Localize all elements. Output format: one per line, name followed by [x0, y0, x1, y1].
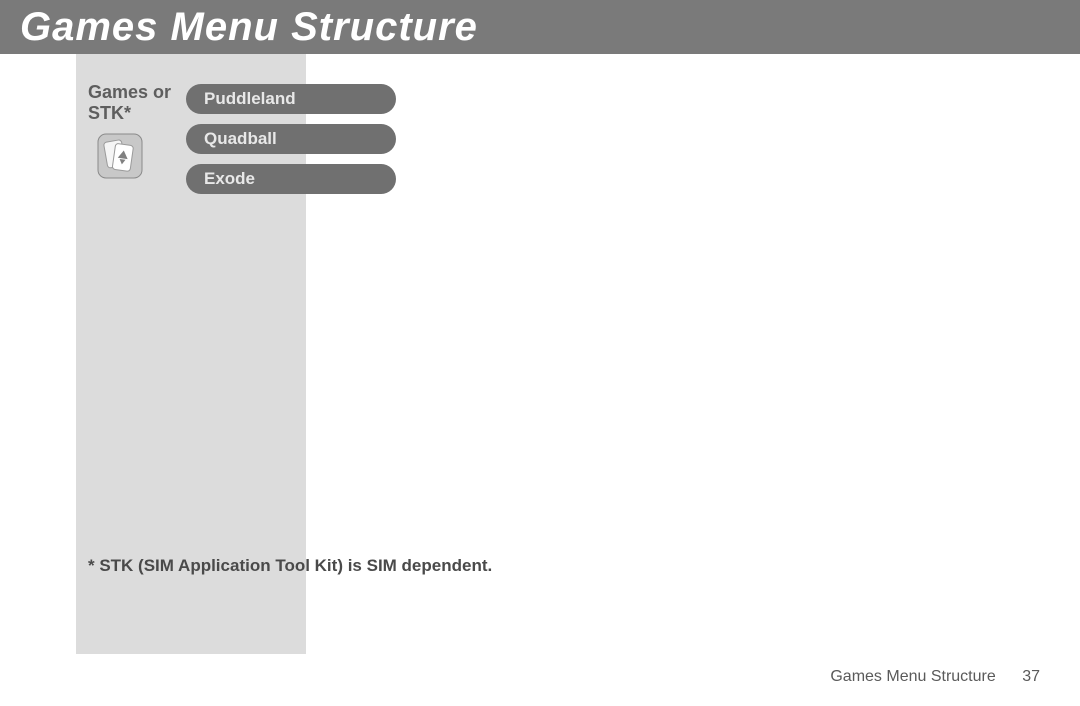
page-footer: Games Menu Structure 37	[830, 668, 1040, 686]
page-title: Games Menu Structure	[20, 5, 478, 50]
footer-section: Games Menu Structure	[830, 668, 995, 685]
games-cards-icon	[96, 132, 144, 180]
footer-page-number: 37	[1022, 668, 1040, 685]
menu-item-label: Quadball	[204, 129, 277, 149]
menu-item-puddleland[interactable]: Puddleland	[186, 84, 396, 114]
header-bar: Games Menu Structure	[0, 0, 1080, 54]
menu-category-label: Games or STK*	[88, 82, 178, 123]
footnote-text: * STK (SIM Application Tool Kit) is SIM …	[88, 556, 492, 576]
menu-item-quadball[interactable]: Quadball	[186, 124, 396, 154]
menu-item-label: Exode	[204, 169, 255, 189]
menu-items-list: Puddleland Quadball Exode	[186, 84, 396, 204]
menu-item-label: Puddleland	[204, 89, 296, 109]
menu-item-exode[interactable]: Exode	[186, 164, 396, 194]
